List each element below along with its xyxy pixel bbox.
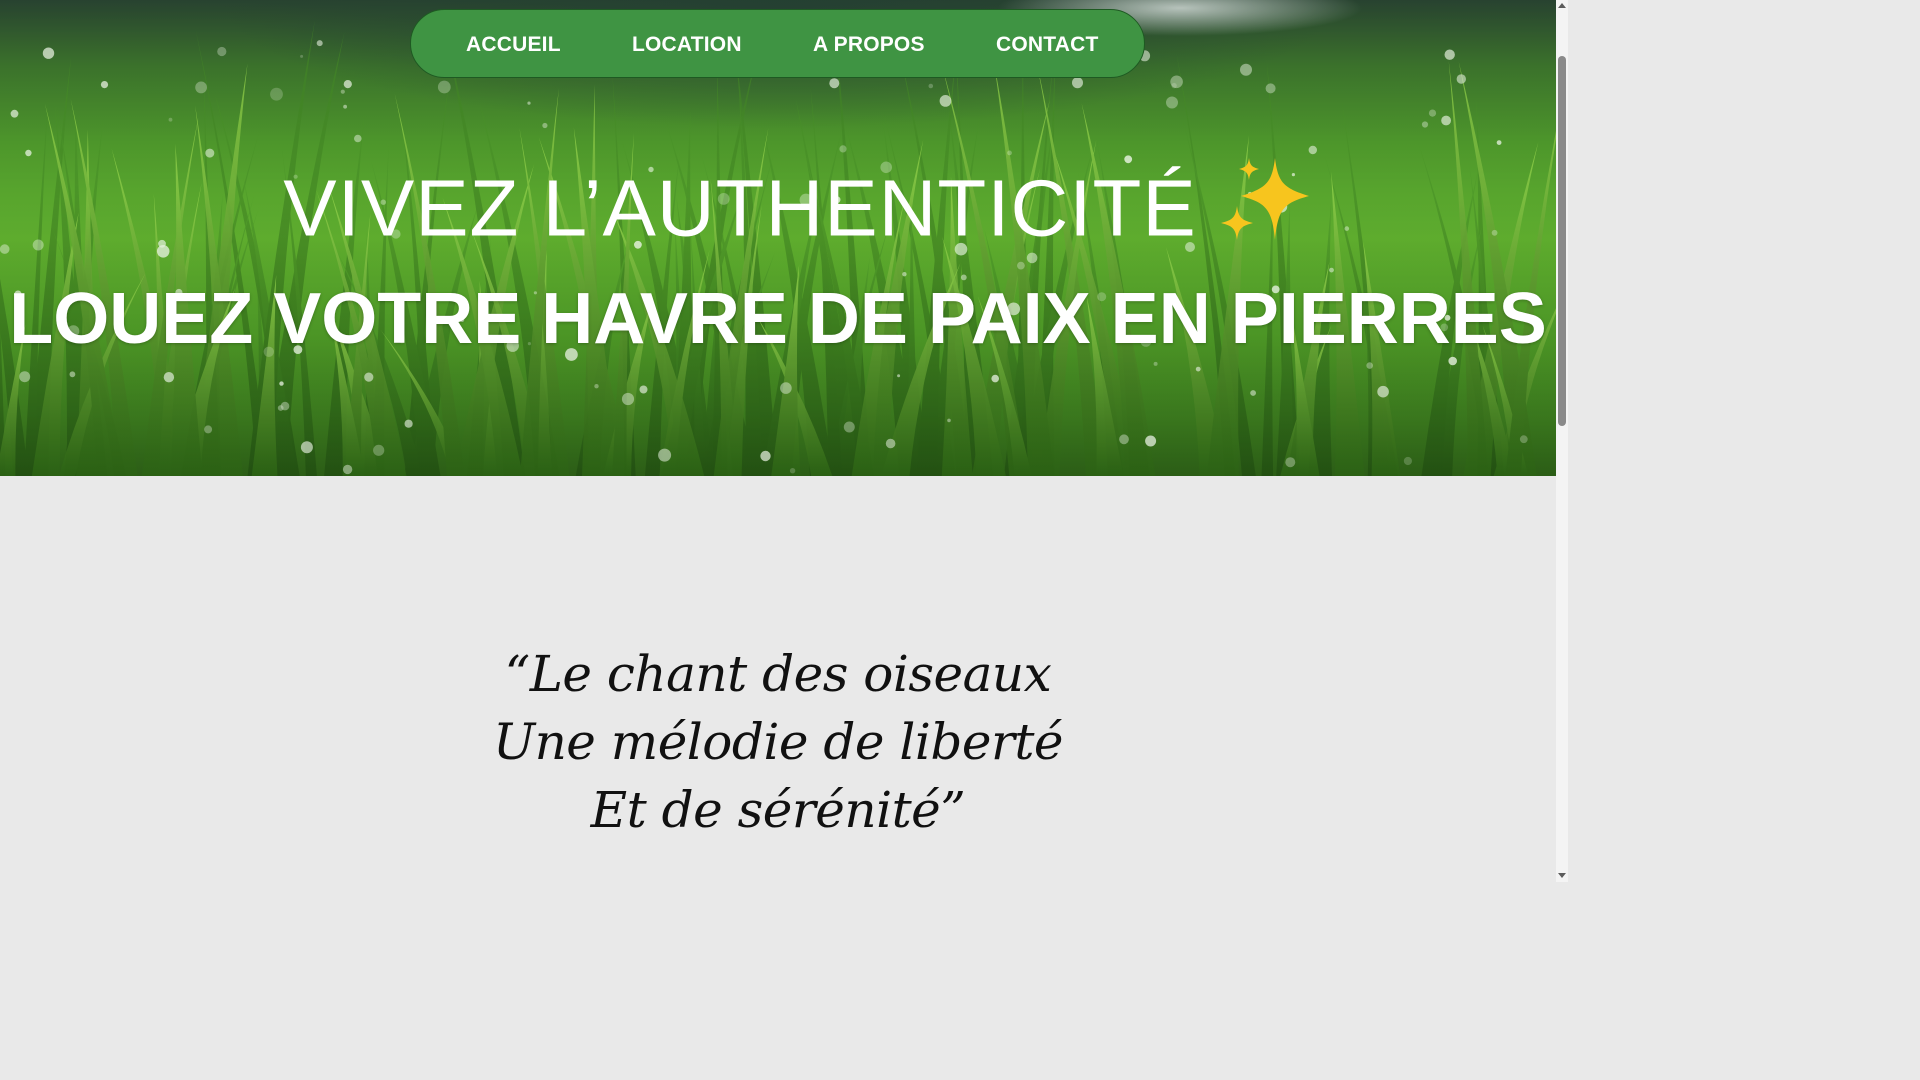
dew-drop — [340, 89, 345, 94]
dew-drop — [10, 109, 19, 118]
dew-drop — [1403, 456, 1412, 466]
dew-drop — [1428, 109, 1437, 117]
dew-drop — [42, 47, 55, 59]
dew-drop — [1496, 140, 1502, 146]
dew-drop — [1366, 362, 1373, 369]
dew-drop — [100, 81, 109, 89]
dew-drop — [780, 382, 792, 394]
dew-drop — [789, 468, 796, 474]
scrollbar-thumb[interactable] — [1558, 56, 1566, 426]
hero-title-line2: LOUEZ VOTRE HAVRE DE PAIX EN PIERRES — [9, 278, 1547, 359]
dew-drop — [364, 372, 374, 382]
dew-drop — [1444, 49, 1455, 60]
dew-drop — [270, 87, 283, 101]
dew-drop — [300, 54, 304, 58]
dew-drop — [300, 441, 313, 454]
nav-item-location[interactable]: LOCATION — [632, 10, 742, 79]
nav-item-accueil[interactable]: ACCUEIL — [466, 10, 561, 79]
main-navigation: ACCUEIL LOCATION A PROPOS CONTACT — [410, 9, 1145, 78]
dew-drop — [885, 438, 896, 449]
dew-drop — [204, 425, 213, 434]
dew-drop — [1308, 145, 1318, 155]
hero-title-line1: VIVEZ L’AUTHENTICITÉ — [0, 157, 1556, 267]
dew-drop — [404, 419, 413, 428]
dew-drop — [947, 418, 951, 423]
dew-drop — [1195, 366, 1201, 372]
scroll-down-arrow-icon[interactable] — [1558, 873, 1566, 878]
dew-drop — [19, 371, 31, 383]
dew-drop — [1119, 434, 1129, 445]
dew-drop — [829, 78, 840, 89]
dew-drop — [839, 145, 847, 153]
dew-drop — [621, 392, 635, 406]
dew-drop — [760, 450, 771, 462]
quote-line-2: Une mélodie de liberté — [492, 713, 1064, 771]
dew-drop — [1265, 83, 1276, 94]
dew-drop — [991, 374, 999, 383]
dew-drop — [354, 134, 362, 143]
quote-block: “Le chant des oiseaux Une mélodie de lib… — [0, 640, 1556, 844]
dew-drop — [897, 374, 901, 378]
dew-drop — [1456, 74, 1467, 84]
dew-drop — [1153, 361, 1158, 366]
dew-drop — [373, 444, 385, 456]
dew-drop — [342, 464, 353, 475]
dew-drop — [343, 104, 347, 109]
quote-line-3: Et de sérénité” — [590, 781, 966, 839]
dew-drop — [205, 148, 215, 158]
dew-drop — [69, 371, 76, 378]
dew-drop — [1171, 82, 1177, 89]
dew-drop — [168, 117, 173, 122]
dew-drop — [1377, 385, 1389, 398]
dew-drop — [279, 381, 284, 386]
dew-drop — [437, 80, 451, 94]
vertical-scrollbar[interactable] — [1556, 0, 1568, 882]
dew-drop — [1166, 96, 1178, 109]
dew-drop — [639, 385, 648, 394]
dew-drop — [902, 272, 907, 277]
quote-line-1: “Le chant des oiseaux — [504, 645, 1052, 703]
dew-drop — [658, 448, 672, 462]
dew-drop — [195, 81, 208, 94]
dew-drop — [1519, 435, 1528, 444]
dew-drop — [527, 101, 531, 105]
dew-drop — [1285, 457, 1296, 468]
dew-drop — [594, 384, 599, 389]
dew-drop — [316, 40, 323, 47]
dew-drop — [163, 372, 175, 383]
dew-drop — [1240, 63, 1252, 76]
hero-title-line1-text: VIVEZ L’AUTHENTICITÉ — [283, 163, 1197, 253]
dew-drop — [843, 421, 855, 433]
dew-drop — [542, 122, 548, 129]
dew-drop — [217, 46, 227, 57]
dew-drop — [1145, 435, 1157, 447]
dew-drop — [1250, 390, 1256, 396]
dew-drop — [25, 149, 32, 157]
dew-drop — [939, 95, 952, 107]
dew-drop — [343, 80, 352, 89]
scroll-up-arrow-icon[interactable] — [1558, 3, 1566, 8]
dew-drop — [1421, 121, 1429, 128]
nav-item-contact[interactable]: CONTACT — [996, 10, 1099, 79]
page: VIVEZ L’AUTHENTICITÉ LOUEZ VOTRE HAVRE D… — [0, 0, 1568, 882]
dew-drop — [1441, 115, 1451, 126]
nav-item-a-propos[interactable]: A PROPOS — [813, 10, 925, 79]
dew-drop — [277, 405, 284, 411]
dew-drop — [1007, 150, 1012, 156]
sparkles-icon — [1219, 156, 1311, 261]
dew-drop — [1329, 267, 1334, 273]
dew-drop — [928, 83, 934, 89]
